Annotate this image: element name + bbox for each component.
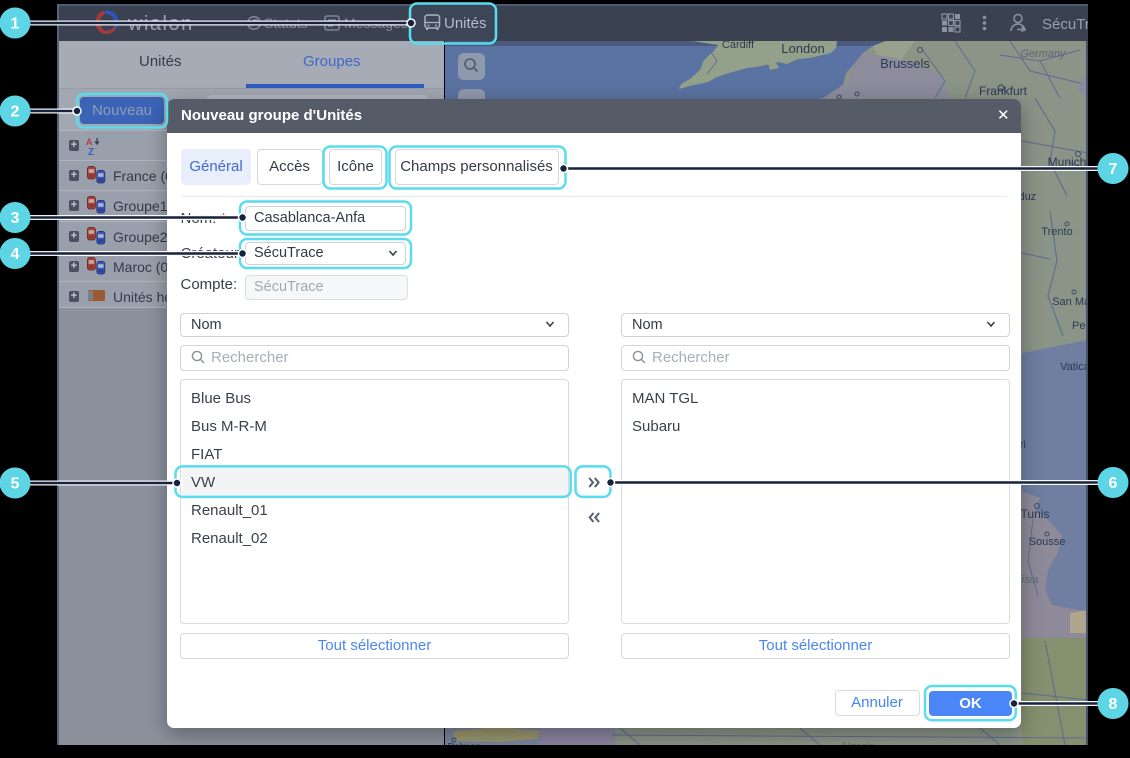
svg-text:7: 7	[1109, 161, 1118, 178]
svg-text:2: 2	[11, 104, 20, 121]
svg-text:1: 1	[11, 16, 20, 33]
svg-text:4: 4	[11, 246, 20, 263]
svg-text:5: 5	[11, 476, 20, 493]
svg-text:6: 6	[1109, 475, 1118, 492]
svg-text:8: 8	[1109, 696, 1118, 713]
svg-text:3: 3	[11, 210, 20, 227]
